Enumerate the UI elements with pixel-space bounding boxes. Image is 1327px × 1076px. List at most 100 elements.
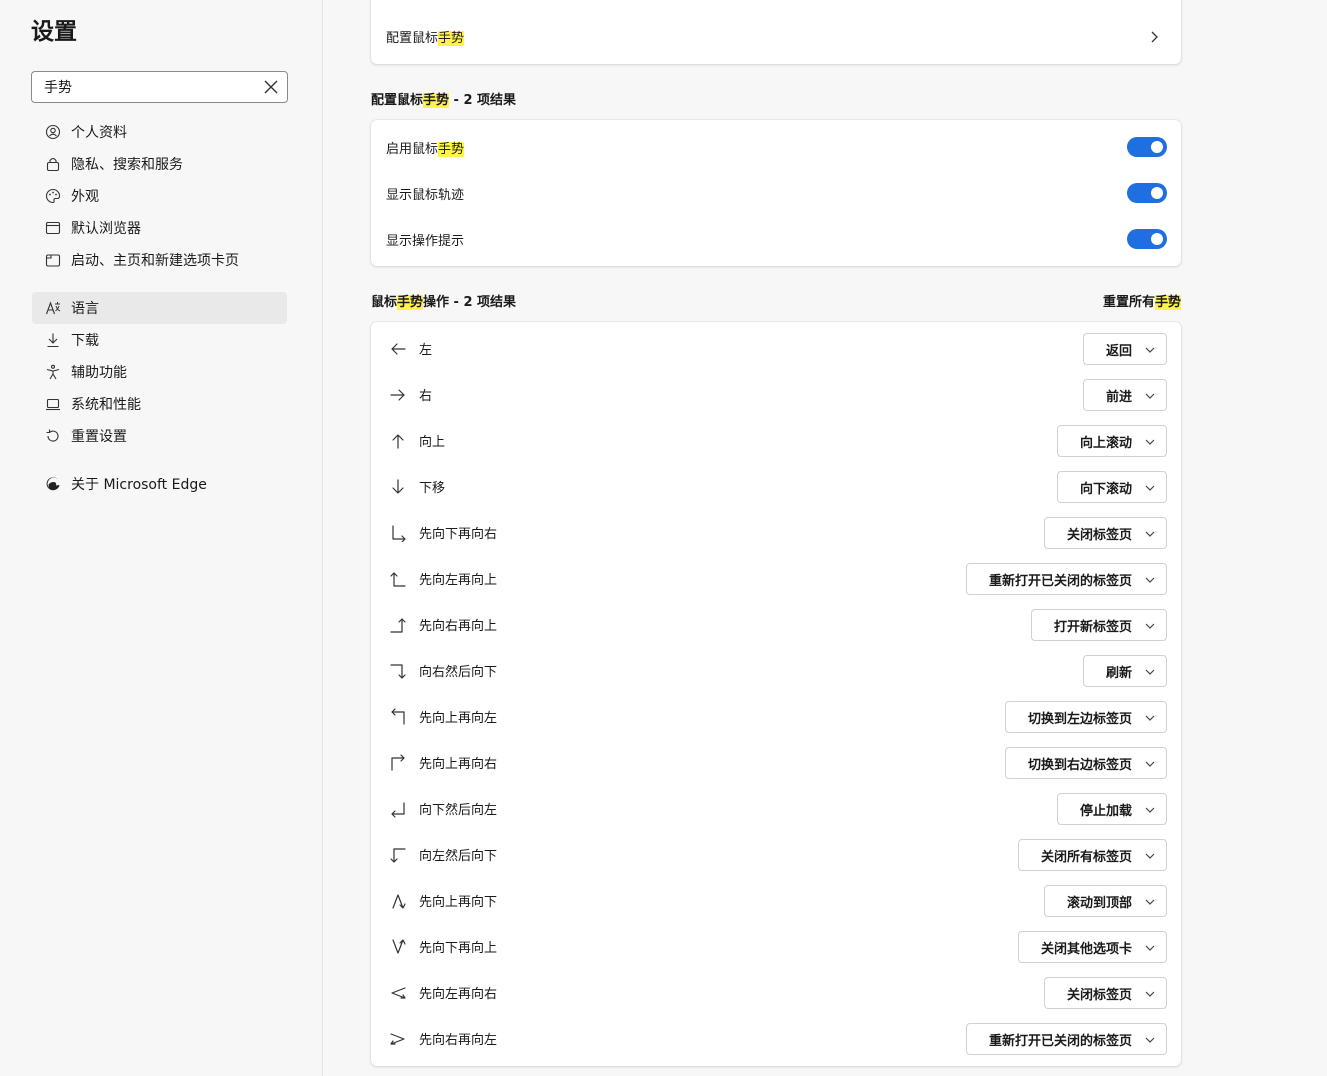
gesture-action-dropdown[interactable]: 打开新标签页 — [1030, 609, 1167, 641]
chevron-down-icon — [1145, 715, 1155, 721]
gesture-row: 先向左再向右 关闭标签页 — [371, 970, 1181, 1016]
gesture-up-down-icon — [392, 894, 406, 909]
chevron-down-icon — [1145, 623, 1155, 629]
download-icon — [44, 331, 62, 349]
gesture-action-dropdown[interactable]: 切换到左边标签页 — [1004, 701, 1167, 733]
gesture-label: 先向上再向下 — [419, 895, 498, 910]
close-icon[interactable] — [261, 77, 281, 97]
gesture-action-dropdown[interactable]: 切换到右边标签页 — [1004, 747, 1167, 779]
dropdown-value: 打开新标签页 — [1053, 619, 1132, 635]
sidebar-item-label: 辅助功能 — [71, 365, 127, 381]
chevron-down-icon — [1145, 439, 1155, 445]
dropdown-value: 关闭其他选项卡 — [1040, 941, 1132, 957]
gesture-row: 向右然后向下 刷新 — [371, 648, 1181, 694]
enable-gestures-label: 启用鼠标手势 — [386, 142, 465, 157]
search-input[interactable] — [32, 72, 252, 102]
gesture-left-right-icon — [391, 987, 406, 999]
gesture-right-left-icon — [390, 1033, 405, 1045]
gesture-row: 先向上再向左 切换到左边标签页 — [371, 694, 1181, 740]
sidebar-item-appearance[interactable]: 外观 — [32, 180, 287, 212]
gesture-label: 左 — [419, 343, 433, 358]
gesture-row: 先向上再向右 切换到右边标签页 — [371, 740, 1181, 786]
chevron-down-icon — [1145, 853, 1155, 859]
profile-icon — [44, 123, 62, 141]
sidebar: 设置 个人资料 隐私、搜索和服务 外观 默认浏览器 启动、主页和新建选项卡页 语… — [0, 0, 323, 1076]
chevron-down-icon — [1145, 531, 1155, 537]
gesture-row: 先向下再向右 关闭标签页 — [371, 510, 1181, 556]
arrow-up-icon — [392, 434, 404, 449]
sidebar-item-about[interactable]: 关于 Microsoft Edge — [32, 468, 287, 500]
sidebar-item-language[interactable]: 语言 — [32, 292, 287, 324]
dropdown-value: 关闭标签页 — [1066, 987, 1132, 1003]
gesture-action-dropdown[interactable]: 关闭其他选项卡 — [1017, 931, 1167, 963]
browser-icon — [44, 219, 62, 237]
power-icon — [44, 251, 62, 269]
chevron-down-icon — [1145, 945, 1155, 951]
gesture-action-dropdown[interactable]: 返回 — [1082, 333, 1167, 365]
dropdown-value: 刷新 — [1105, 665, 1132, 681]
gesture-label: 先向下再向上 — [419, 941, 498, 956]
chevron-down-icon — [1145, 761, 1155, 767]
configure-gestures-settings-card: 启用鼠标手势 显示鼠标轨迹 显示操作提示 — [371, 120, 1181, 266]
reset-icon — [44, 427, 62, 445]
sidebar-item-label: 语言 — [71, 301, 99, 317]
chevron-down-icon — [1145, 991, 1155, 997]
gesture-action-dropdown[interactable]: 重新打开已关闭的标签页 — [965, 563, 1167, 595]
sidebar-item-startup[interactable]: 启动、主页和新建选项卡页 — [32, 244, 287, 276]
dropdown-value: 切换到左边标签页 — [1027, 711, 1132, 727]
gesture-action-dropdown[interactable]: 向上滚动 — [1056, 425, 1167, 457]
sidebar-item-label: 启动、主页和新建选项卡页 — [71, 253, 239, 269]
sidebar-item-profile[interactable]: 个人资料 — [32, 116, 287, 148]
gesture-action-dropdown[interactable]: 刷新 — [1082, 655, 1167, 687]
gesture-label: 先向上再向右 — [419, 757, 498, 772]
sidebar-item-label: 重置设置 — [71, 429, 127, 445]
gesture-row: 左 返回 — [371, 326, 1181, 372]
sidebar-item-reset[interactable]: 重置设置 — [32, 420, 287, 452]
dropdown-value: 停止加载 — [1079, 803, 1132, 819]
configure-gestures-link[interactable]: 配置鼠标手势 — [386, 27, 465, 46]
gesture-row: 先向右再向上 打开新标签页 — [371, 602, 1181, 648]
configure-gestures-card[interactable]: 配置鼠标手势 — [371, 0, 1181, 64]
sidebar-item-label: 系统和性能 — [71, 397, 141, 413]
gesture-row: 下移 向下滚动 — [371, 464, 1181, 510]
gesture-row: 先向左再向上 重新打开已关闭的标签页 — [371, 556, 1181, 602]
gesture-label: 先向下再向右 — [419, 527, 498, 542]
gesture-row: 向左然后向下 关闭所有标签页 — [371, 832, 1181, 878]
sidebar-item-privacy[interactable]: 隐私、搜索和服务 — [32, 148, 287, 180]
gesture-action-dropdown[interactable]: 重新打开已关闭的标签页 — [965, 1023, 1167, 1055]
gesture-action-dropdown[interactable]: 关闭标签页 — [1043, 977, 1167, 1009]
sidebar-item-default-browser[interactable]: 默认浏览器 — [32, 212, 287, 244]
arrow-down-icon — [392, 479, 404, 494]
gesture-row: 向下然后向左 停止加载 — [371, 786, 1181, 832]
gesture-label: 先向右再向左 — [419, 1033, 498, 1048]
sidebar-item-label: 关于 Microsoft Edge — [71, 477, 207, 493]
show-trail-toggle[interactable] — [1127, 183, 1167, 203]
gesture-action-dropdown[interactable]: 向下滚动 — [1056, 471, 1167, 503]
gesture-action-dropdown[interactable]: 前进 — [1082, 379, 1167, 411]
gesture-left-up-icon — [390, 572, 406, 587]
show-hints-label: 显示操作提示 — [386, 234, 465, 249]
gesture-label: 先向上再向左 — [419, 711, 498, 726]
sidebar-item-downloads[interactable]: 下载 — [32, 324, 287, 356]
gesture-action-dropdown[interactable]: 停止加载 — [1056, 793, 1167, 825]
gesture-action-dropdown[interactable]: 关闭标签页 — [1043, 517, 1167, 549]
chevron-right-icon — [1151, 31, 1158, 43]
sidebar-item-label: 默认浏览器 — [71, 221, 141, 237]
gesture-label: 右 — [419, 389, 433, 404]
enable-gestures-toggle[interactable] — [1127, 137, 1167, 157]
gesture-label: 向上 — [419, 435, 446, 450]
chevron-down-icon — [1145, 1037, 1155, 1043]
gesture-right-up-icon — [390, 618, 406, 633]
chevron-down-icon — [1145, 669, 1155, 675]
sidebar-item-system[interactable]: 系统和性能 — [32, 388, 287, 420]
sidebar-item-accessibility[interactable]: 辅助功能 — [32, 356, 287, 388]
gesture-label: 先向左再向右 — [419, 987, 498, 1002]
dropdown-value: 重新打开已关闭的标签页 — [988, 1033, 1132, 1049]
gesture-row: 右 前进 — [371, 372, 1181, 418]
reset-all-gestures-button[interactable]: 重置所有手势 — [1103, 291, 1181, 310]
show-hints-toggle[interactable] — [1127, 229, 1167, 249]
gesture-action-dropdown[interactable]: 滚动到顶部 — [1043, 885, 1167, 917]
gesture-right-down-icon — [390, 664, 406, 679]
gesture-down-left-icon — [391, 802, 405, 818]
gesture-action-dropdown[interactable]: 关闭所有标签页 — [1017, 839, 1167, 871]
